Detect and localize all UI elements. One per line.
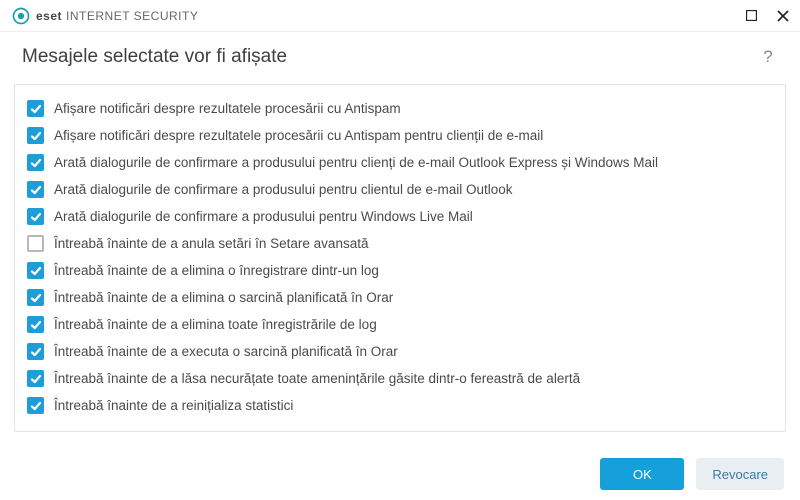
list-item: Întreabă înainte de a elimina o sarcină … — [25, 284, 775, 311]
item-label: Arată dialogurile de confirmare a produs… — [54, 182, 513, 197]
checkbox[interactable] — [27, 181, 44, 198]
item-label: Afișare notificări despre rezultatele pr… — [54, 128, 543, 143]
checkbox[interactable] — [27, 154, 44, 171]
close-icon[interactable] — [776, 9, 790, 23]
list-item: Întreabă înainte de a elimina o înregist… — [25, 257, 775, 284]
brand-text: eset INTERNET SECURITY — [36, 9, 198, 23]
options-panel: Afișare notificări despre rezultatele pr… — [14, 84, 786, 432]
checkbox[interactable] — [27, 208, 44, 225]
checkbox[interactable] — [27, 397, 44, 414]
help-button[interactable]: ? — [758, 47, 778, 67]
item-label: Întreabă înainte de a reinițializa stati… — [54, 398, 293, 413]
list-item: Arată dialogurile de confirmare a produs… — [25, 203, 775, 230]
checkbox[interactable] — [27, 262, 44, 279]
checkbox[interactable] — [27, 100, 44, 117]
checkbox[interactable] — [27, 370, 44, 387]
list-item: Întreabă înainte de a elimina toate înre… — [25, 311, 775, 338]
item-label: Întreabă înainte de a executa o sarcină … — [54, 344, 398, 359]
brand-bold: eset — [36, 9, 62, 23]
maximize-icon[interactable] — [744, 9, 758, 23]
options-list[interactable]: Afișare notificări despre rezultatele pr… — [15, 85, 785, 431]
list-item: Afișare notificări despre rezultatele pr… — [25, 122, 775, 149]
item-label: Întreabă înainte de a elimina o înregist… — [54, 263, 379, 278]
footer: OK Revocare — [0, 448, 800, 500]
checkbox[interactable] — [27, 316, 44, 333]
list-item: Întreabă înainte de a anula setări în Se… — [25, 230, 775, 257]
window-controls — [744, 9, 790, 23]
eset-logo-icon — [12, 7, 30, 25]
titlebar: eset INTERNET SECURITY — [0, 0, 800, 32]
item-label: Întreabă înainte de a lăsa necurățate to… — [54, 371, 580, 386]
checkbox[interactable] — [27, 289, 44, 306]
checkbox[interactable] — [27, 127, 44, 144]
list-item: Întreabă înainte de a reinițializa stati… — [25, 392, 775, 419]
item-label: Arată dialogurile de confirmare a produs… — [54, 209, 473, 224]
brand-light: INTERNET SECURITY — [66, 9, 198, 23]
item-label: Întreabă înainte de a anula setări în Se… — [54, 236, 368, 251]
item-label: Afișare notificări despre rezultatele pr… — [54, 101, 401, 116]
list-item: Arată dialogurile de confirmare a produs… — [25, 149, 775, 176]
checkbox[interactable] — [27, 235, 44, 252]
header: Mesajele selectate vor fi afișate ? — [0, 32, 800, 78]
item-label: Întreabă înainte de a elimina toate înre… — [54, 317, 377, 332]
ok-button[interactable]: OK — [600, 458, 684, 490]
app-logo: eset INTERNET SECURITY — [12, 7, 198, 25]
item-label: Arată dialogurile de confirmare a produs… — [54, 155, 658, 170]
list-item: Arată dialogurile de confirmare a produs… — [25, 176, 775, 203]
checkbox[interactable] — [27, 343, 44, 360]
page-title: Mesajele selectate vor fi afișate — [22, 46, 287, 68]
item-label: Întreabă înainte de a elimina o sarcină … — [54, 290, 393, 305]
list-item: Întreabă înainte de a lăsa necurățate to… — [25, 365, 775, 392]
cancel-button[interactable]: Revocare — [696, 458, 784, 490]
list-item: Întreabă înainte de a executa o sarcină … — [25, 338, 775, 365]
list-item: Afișare notificări despre rezultatele pr… — [25, 95, 775, 122]
